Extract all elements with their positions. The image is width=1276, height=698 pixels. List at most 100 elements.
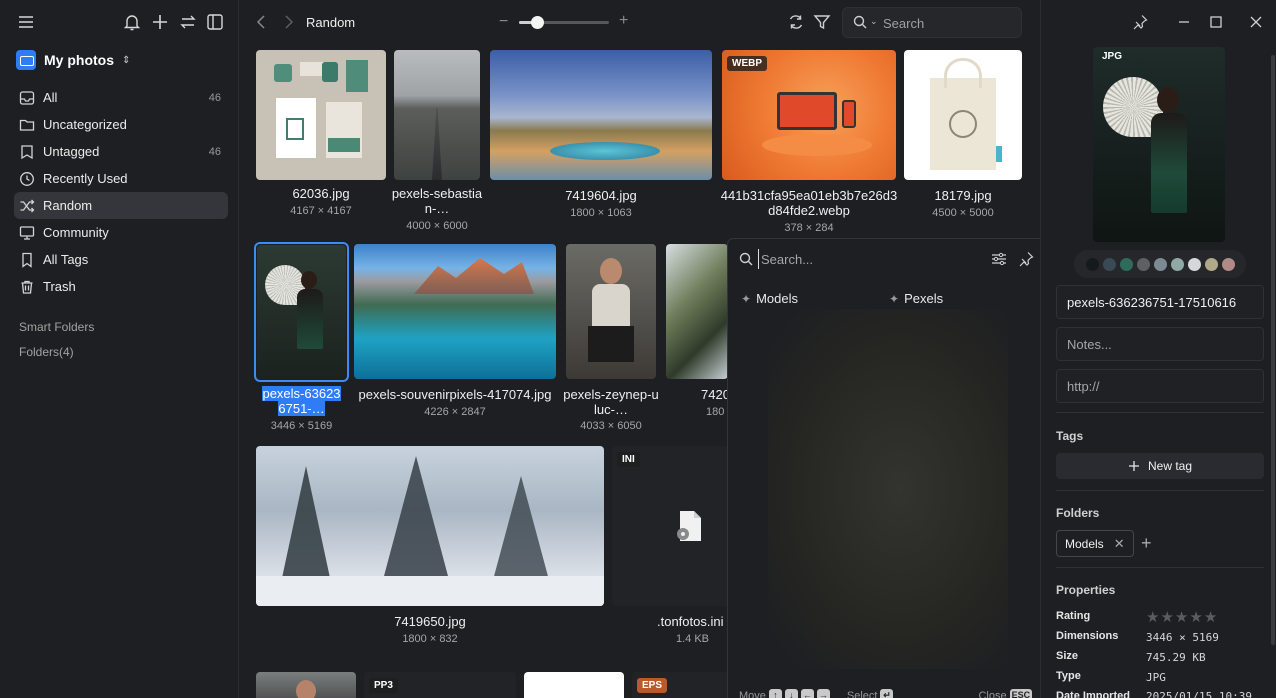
sidebar-item-all-tags[interactable]: All Tags [14,246,228,273]
add-icon[interactable] [150,12,170,32]
zoom-in-button[interactable]: + [619,12,628,30]
file-type-badge: WEBP [727,56,767,71]
color-swatch[interactable] [1153,257,1167,271]
smart-folders-heading[interactable]: Smart Folders [19,320,94,334]
file-type-badge: JPG [1102,51,1123,62]
sidebar-item-uncategorized[interactable]: Uncategorized [14,111,228,138]
sidebar-toggle-icon[interactable] [205,12,225,32]
inspector-scrollbar[interactable] [1271,55,1275,645]
popup-footer: Move ↑ ↓ ← → Select ↵ Close ESC [739,689,1033,698]
file-dimensions: 378 × 284 [784,222,834,234]
color-swatch[interactable] [1136,257,1150,271]
search-icon [853,15,867,29]
trash-icon [18,278,36,296]
close-icon[interactable]: ✕ [1114,536,1125,552]
sidebar-item-untagged[interactable]: Untagged 46 [14,138,228,165]
folder-chip-label: Models [1065,536,1104,551]
sort-arrows-icon[interactable] [178,12,198,32]
color-swatch[interactable] [1221,257,1235,271]
folders-heading[interactable]: Folders(4) [19,345,74,359]
thumbnail: PP3 [364,672,516,698]
divider [1056,567,1264,568]
notes-field[interactable] [1056,327,1264,361]
star-icon[interactable]: ★ [1189,609,1203,626]
folders-heading: Folders [1056,506,1100,520]
property-key: Rating [1056,610,1091,622]
sidebar-item-count: 46 [208,145,221,158]
color-palette [1074,250,1246,278]
thumbnail [354,244,556,379]
inbox-icon [18,89,36,107]
sliders-icon[interactable] [991,251,1007,267]
library-switcher[interactable]: My photos ⇕ [16,48,130,72]
color-swatch[interactable] [1170,257,1184,271]
color-swatch[interactable] [1187,257,1201,271]
sidebar-item-label: Trash [43,279,76,294]
folder-chip[interactable]: Models ✕ [1056,530,1134,557]
color-swatch[interactable] [1119,257,1133,271]
move-hint: Move [739,689,766,698]
refresh-icon[interactable] [787,13,805,31]
property-value: 3446 × 5169 [1146,631,1219,644]
sidebar-item-recently-used[interactable]: Recently Used [14,165,228,192]
sidebar-item-trash[interactable]: Trash [14,273,228,300]
tags-heading: Tags [1056,429,1084,443]
sidebar-item-all[interactable]: All 46 [14,84,228,111]
zoom-out-button[interactable]: − [499,13,508,31]
inspector-panel: JPG Tags New tag Folders Models ✕ + Prop… [1040,0,1276,698]
tag-off-icon [18,143,36,161]
sidebar-item-count: 46 [208,91,221,104]
new-tag-label: New tag [1147,459,1193,473]
file-name: 7419604.jpg [565,188,637,203]
property-value: 745.29 KB [1146,651,1206,664]
property-key: Type [1056,670,1081,682]
new-tag-button[interactable]: New tag [1056,453,1264,479]
bell-icon[interactable] [122,12,142,32]
sidebar-item-label: All Tags [43,252,89,267]
thumbnail [524,672,624,698]
thumbnail [256,672,356,698]
filter-icon[interactable] [813,13,831,31]
color-swatch[interactable] [1204,257,1218,271]
image-preview[interactable]: JPG [1093,47,1225,242]
file-name: pexels-636236751-… [259,386,344,416]
url-field[interactable] [1056,369,1264,403]
sidebar-nav: All 46 Uncategorized Untagged 46 Recentl… [14,84,228,300]
tag-search-input[interactable] [758,249,978,269]
sidebar-item-label: Untagged [43,144,100,159]
thumbnail [257,245,346,379]
file-type-badge: EPS [637,678,668,693]
color-swatch[interactable] [1085,257,1099,271]
chevron-down-icon[interactable]: ⌄ [870,16,878,27]
tag-picker-popup: ✦ Models ✦ Pexels Move ↑ ↓ ← → Select ↵ … [727,238,1045,698]
zoom-slider[interactable] [519,16,609,29]
pin-icon[interactable] [1132,14,1148,30]
pin-icon[interactable] [1018,251,1034,267]
sidebar-item-community[interactable]: Community [14,219,228,246]
zoom-slider-thumb[interactable] [531,16,544,29]
sidebar-toolbar [16,12,224,34]
maximize-icon[interactable] [1208,14,1224,30]
rating-stars[interactable]: ★★★★★ [1146,608,1218,626]
back-arrow-icon[interactable] [253,13,271,31]
tag-option-label: Pexels [904,291,944,306]
color-swatch[interactable] [1102,257,1116,271]
add-folder-button[interactable]: + [1141,533,1152,554]
sidebar-item-random[interactable]: Random [14,192,228,219]
minimize-icon[interactable] [1176,14,1192,30]
star-icon[interactable]: ★ [1146,609,1160,626]
tag-option-models[interactable]: ✦ Models [741,291,798,306]
tag-option-pexels[interactable]: ✦ Pexels [889,291,943,306]
filename-field[interactable] [1056,285,1264,319]
file-type-badge: PP3 [369,678,398,693]
sidebar-item-label: All [43,90,58,105]
star-icon[interactable]: ★ [1160,609,1174,626]
search-box[interactable]: ⌄ [842,7,1022,38]
star-icon[interactable]: ★ [1175,609,1189,626]
file-name: pexels-souvenirpixels-417074.jpg [358,387,552,402]
star-icon[interactable]: ★ [1204,609,1218,626]
close-icon[interactable] [1248,14,1264,30]
forward-arrow-icon[interactable] [279,13,297,31]
menu-icon[interactable] [16,12,36,32]
search-input[interactable] [883,13,1013,33]
